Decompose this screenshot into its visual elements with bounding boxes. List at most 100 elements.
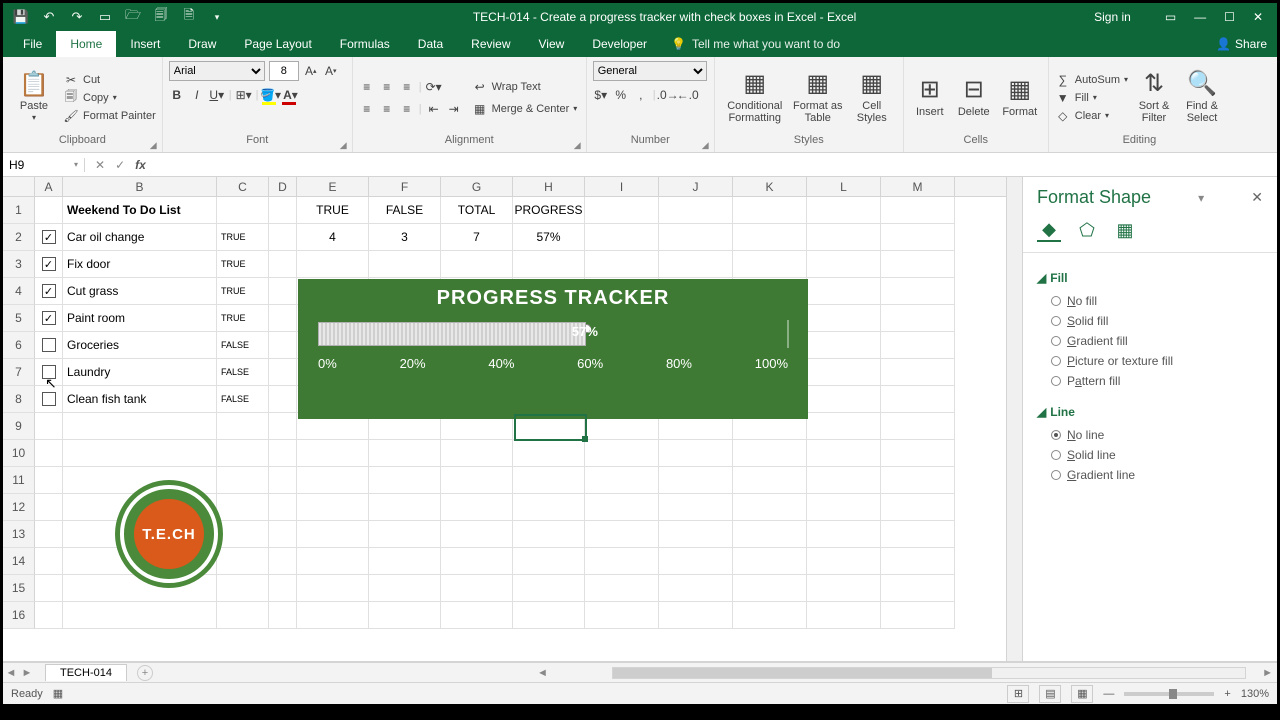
cell[interactable]: 3 [369, 224, 441, 251]
cell[interactable] [733, 467, 807, 494]
cell[interactable] [881, 521, 955, 548]
hscroll-right[interactable]: ► [1258, 667, 1277, 679]
pane-menu-icon[interactable]: ▾ [1198, 191, 1204, 205]
tab-formulas[interactable]: Formulas [326, 31, 404, 57]
row-header[interactable]: 16 [3, 602, 35, 629]
row-header[interactable]: 12 [3, 494, 35, 521]
select-all-corner[interactable] [3, 177, 35, 196]
checkbox[interactable]: ✓ [42, 284, 56, 298]
cell[interactable] [269, 467, 297, 494]
cell[interactable]: TRUE [217, 305, 269, 332]
cell[interactable] [807, 548, 881, 575]
cell[interactable] [513, 251, 585, 278]
cell[interactable] [881, 413, 955, 440]
cell[interactable] [217, 494, 269, 521]
cell[interactable] [369, 251, 441, 278]
cell[interactable] [881, 602, 955, 629]
cell[interactable] [585, 224, 659, 251]
font-color-button[interactable]: A▾ [282, 87, 298, 103]
cell[interactable] [269, 332, 297, 359]
normal-view-icon[interactable]: ⊞ [1007, 685, 1029, 703]
cell[interactable] [297, 494, 369, 521]
cell[interactable] [513, 440, 585, 467]
cell[interactable] [269, 440, 297, 467]
col-header[interactable]: J [659, 177, 733, 196]
sort-filter-button[interactable]: ⇅Sort & Filter [1132, 71, 1176, 124]
row-header[interactable]: 15 [3, 575, 35, 602]
cell[interactable] [35, 413, 63, 440]
cell[interactable] [297, 440, 369, 467]
tab-draw[interactable]: Draw [174, 31, 230, 57]
cell[interactable] [217, 548, 269, 575]
ribbon-options-icon[interactable]: ▭ [1165, 10, 1176, 24]
cell[interactable] [35, 386, 63, 413]
horizontal-scrollbar[interactable] [612, 667, 1246, 679]
pane-close-icon[interactable]: ✕ [1251, 189, 1263, 206]
redo-icon[interactable]: ↷ [69, 9, 85, 25]
cell[interactable] [881, 440, 955, 467]
cell[interactable] [585, 548, 659, 575]
cell[interactable]: Groceries [63, 332, 217, 359]
line-option[interactable]: Gradient line [1037, 465, 1263, 485]
cell[interactable] [513, 521, 585, 548]
hscroll-left[interactable]: ◄ [533, 667, 552, 679]
row-header[interactable]: 5 [3, 305, 35, 332]
cell[interactable] [881, 305, 955, 332]
decrease-indent-icon[interactable]: ⇤ [426, 101, 442, 117]
progress-chart[interactable]: PROGRESS TRACKER 57% 0% 20% 40% 60% 80% … [298, 279, 808, 419]
cell[interactable]: FALSE [217, 386, 269, 413]
preview-icon[interactable]: 🗎 [181, 9, 197, 25]
cell[interactable] [297, 251, 369, 278]
cell[interactable] [269, 197, 297, 224]
cell[interactable] [733, 440, 807, 467]
minimize-icon[interactable]: — [1194, 10, 1206, 24]
col-header[interactable]: F [369, 177, 441, 196]
cell[interactable] [269, 305, 297, 332]
cell[interactable] [807, 467, 881, 494]
cell[interactable]: Paint room [63, 305, 217, 332]
cell[interactable] [35, 548, 63, 575]
cell[interactable]: 7 [441, 224, 513, 251]
zoom-level[interactable]: 130% [1241, 688, 1269, 700]
cell[interactable] [733, 548, 807, 575]
cell[interactable] [807, 332, 881, 359]
line-option[interactable]: No line [1037, 425, 1263, 445]
close-icon[interactable]: ✕ [1253, 10, 1263, 24]
cell[interactable] [441, 575, 513, 602]
cell[interactable]: 57% [513, 224, 585, 251]
cell[interactable] [807, 521, 881, 548]
cell[interactable]: ✓ [35, 278, 63, 305]
col-header[interactable]: D [269, 177, 297, 196]
cell[interactable] [733, 197, 807, 224]
fill-line-tab-icon[interactable]: ◆ [1037, 218, 1061, 242]
cell[interactable] [269, 575, 297, 602]
cell[interactable] [659, 548, 733, 575]
cell[interactable]: 4 [297, 224, 369, 251]
cell[interactable] [217, 575, 269, 602]
merge-center-button[interactable]: ▦Merge & Center▾ [472, 101, 578, 117]
cell[interactable] [733, 224, 807, 251]
cell[interactable] [807, 602, 881, 629]
zoom-in-button[interactable]: + [1224, 688, 1230, 700]
tab-page-layout[interactable]: Page Layout [230, 31, 325, 57]
cell[interactable] [441, 521, 513, 548]
col-header[interactable]: H [513, 177, 585, 196]
cell[interactable] [269, 602, 297, 629]
fill-option[interactable]: Gradient fill [1037, 331, 1263, 351]
format-painter-button[interactable]: 🖌Format Painter [63, 108, 156, 124]
fill-button[interactable]: ▼Fill▾ [1055, 90, 1128, 106]
cell[interactable]: Clean fish tank [63, 386, 217, 413]
checkbox[interactable] [42, 392, 56, 406]
autosum-button[interactable]: ∑AutoSum▾ [1055, 72, 1128, 88]
align-bottom-icon[interactable]: ≡ [399, 79, 415, 95]
dialog-launcher-icon[interactable]: ◢ [150, 140, 160, 150]
checkbox[interactable]: ✓ [42, 311, 56, 325]
cell[interactable] [269, 548, 297, 575]
tab-developer[interactable]: Developer [578, 31, 661, 57]
tab-file[interactable]: File [9, 31, 56, 57]
cell[interactable] [807, 224, 881, 251]
cell[interactable] [35, 332, 63, 359]
cell[interactable] [217, 521, 269, 548]
checkbox[interactable]: ✓ [42, 230, 56, 244]
cell[interactable] [513, 467, 585, 494]
